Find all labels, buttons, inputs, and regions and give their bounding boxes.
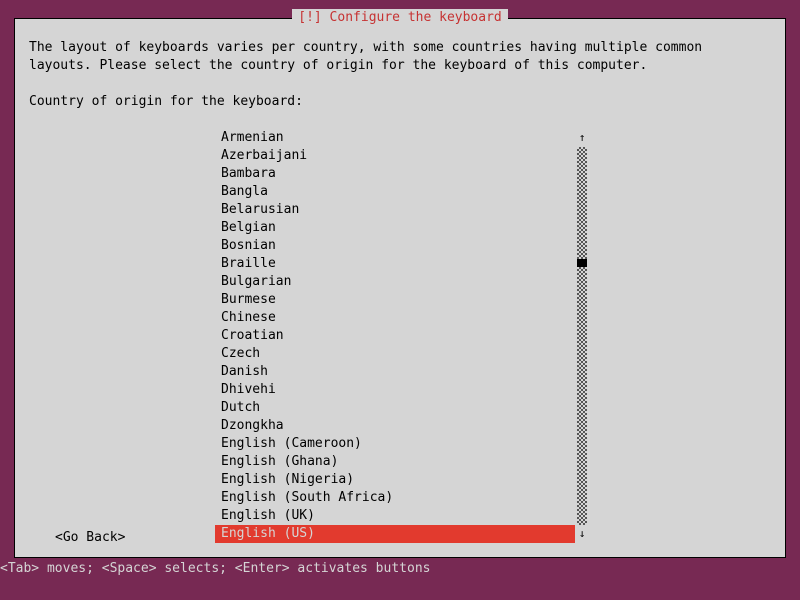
dialog: [!] Configure the keyboard The layout of… bbox=[14, 18, 786, 558]
list-item[interactable]: English (South Africa) bbox=[215, 489, 575, 507]
list-item[interactable]: English (UK) bbox=[215, 507, 575, 525]
list-item[interactable]: English (US) bbox=[215, 525, 575, 543]
list-item[interactable]: Bambara bbox=[215, 165, 575, 183]
list-item[interactable]: Dutch bbox=[215, 399, 575, 417]
list-item[interactable]: Bulgarian bbox=[215, 273, 575, 291]
scrollbar[interactable]: ↑ ↓ bbox=[577, 129, 587, 543]
list-item[interactable]: Dzongkha bbox=[215, 417, 575, 435]
list-item[interactable]: Chinese bbox=[215, 309, 575, 327]
list-item[interactable]: English (Nigeria) bbox=[215, 471, 575, 489]
list-item[interactable]: Danish bbox=[215, 363, 575, 381]
go-back-label: Go Back bbox=[63, 530, 118, 545]
scroll-down-icon[interactable]: ↓ bbox=[577, 525, 587, 543]
dialog-title: [!] Configure the keyboard bbox=[292, 9, 508, 27]
title-row: [!] Configure the keyboard bbox=[15, 9, 785, 27]
keyboard-list[interactable]: ArmenianAzerbaijaniBambaraBanglaBelarusi… bbox=[215, 129, 575, 543]
dialog-prompt: Country of origin for the keyboard: bbox=[29, 93, 303, 111]
list-item[interactable]: Armenian bbox=[215, 129, 575, 147]
hint-bar: <Tab> moves; <Space> selects; <Enter> ac… bbox=[0, 560, 430, 578]
list-item[interactable]: Dhivehi bbox=[215, 381, 575, 399]
scroll-thumb[interactable] bbox=[577, 259, 587, 267]
list-item[interactable]: English (Ghana) bbox=[215, 453, 575, 471]
scroll-up-icon[interactable]: ↑ bbox=[577, 129, 587, 147]
scroll-track[interactable] bbox=[577, 147, 587, 525]
list-item[interactable]: Azerbaijani bbox=[215, 147, 575, 165]
list-item[interactable]: Czech bbox=[215, 345, 575, 363]
list-item[interactable]: Bosnian bbox=[215, 237, 575, 255]
go-back-button[interactable]: Go Back bbox=[55, 529, 125, 547]
list-item[interactable]: Braille bbox=[215, 255, 575, 273]
list-item[interactable]: Belarusian bbox=[215, 201, 575, 219]
list-item[interactable]: Belgian bbox=[215, 219, 575, 237]
dialog-description: The layout of keyboards varies per count… bbox=[29, 39, 771, 75]
list-item[interactable]: Croatian bbox=[215, 327, 575, 345]
list-item[interactable]: English (Cameroon) bbox=[215, 435, 575, 453]
list-item[interactable]: Burmese bbox=[215, 291, 575, 309]
list-item[interactable]: Bangla bbox=[215, 183, 575, 201]
